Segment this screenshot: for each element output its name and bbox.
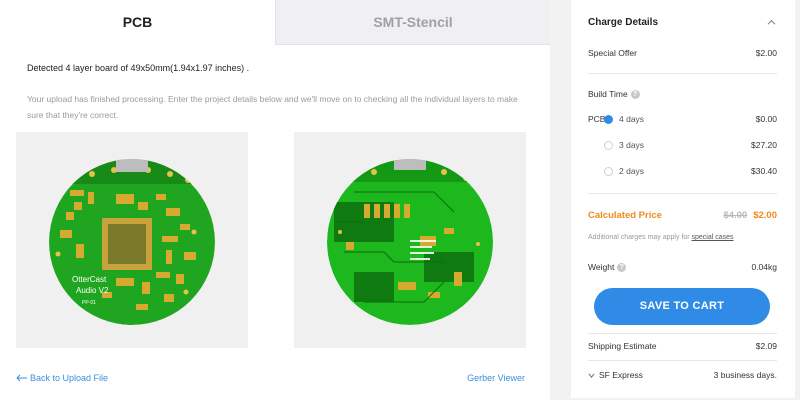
tab-smt-stencil[interactable]: SMT-Stencil	[275, 0, 550, 45]
divider	[588, 333, 777, 334]
radio-selected[interactable]	[604, 115, 613, 125]
gerber-viewer-link[interactable]: Gerber Viewer	[467, 373, 525, 383]
save-to-cart-button[interactable]: SAVE TO CART	[594, 288, 770, 325]
additional-charges-note: Additional charges may apply for special…	[588, 234, 777, 241]
arrow-left-icon	[16, 374, 27, 382]
pcb-bottom-image	[327, 159, 493, 325]
help-icon[interactable]: ?	[617, 263, 627, 273]
new-price: $2.00	[753, 210, 777, 221]
charge-details-title: Charge Details	[588, 17, 659, 28]
carrier-select[interactable]: SF Express 3 business days.	[588, 370, 777, 380]
charge-details-header[interactable]: Charge Details	[588, 17, 777, 28]
special-offer-row: Special Offer $2.00	[588, 48, 777, 58]
shipping-estimate-row: Shipping Estimate $2.09	[588, 341, 777, 351]
additional-charges-text: Additional charges may apply for	[588, 234, 690, 241]
old-price: $4.00	[723, 210, 748, 221]
silkscreen-line-1: OtterCast	[72, 275, 107, 284]
silkscreen-line-2: Audio V2	[76, 286, 109, 295]
main-panel: PCB SMT-Stencil Detected 4 layer board o…	[0, 0, 550, 400]
special-offer-value: $2.00	[755, 48, 777, 58]
pcb-top-preview: OtterCast Audio V2 PP-01	[16, 132, 248, 348]
weight-row: Weight? 0.04kg	[588, 262, 777, 273]
build-option-3-days[interactable]: 3 days $27.20	[604, 140, 777, 151]
divider	[588, 193, 777, 194]
calculated-price-label: Calculated Price	[588, 210, 662, 221]
carrier-name: SF Express	[599, 370, 643, 380]
build-option-4-days[interactable]: 4 days $0.00	[604, 114, 777, 125]
divider	[588, 73, 777, 74]
detected-board-text: Detected 4 layer board of 49x50mm(1.94x1…	[27, 63, 250, 73]
tab-bar: PCB SMT-Stencil	[0, 0, 550, 45]
weight-label: Weight	[588, 262, 615, 272]
special-cases-link[interactable]: special cases	[692, 234, 734, 241]
build-option-label: 3 days	[619, 140, 645, 150]
divider	[588, 360, 777, 361]
calculated-price-values: $4.00 $2.00	[723, 210, 777, 221]
back-to-upload-link[interactable]: Back to Upload File	[16, 373, 108, 383]
build-time-label: Build Time	[588, 89, 628, 99]
charge-details-panel: Charge Details Special Offer $2.00 Build…	[571, 0, 795, 398]
upload-note: Your upload has finished processing. Ent…	[27, 94, 518, 120]
build-time-row: Build Time?	[588, 89, 777, 100]
tab-pcb[interactable]: PCB	[0, 0, 275, 45]
shipping-estimate-label: Shipping Estimate	[588, 341, 657, 351]
calculated-price-row: Calculated Price $4.00 $2.00	[588, 210, 777, 221]
chevron-down-icon	[588, 373, 595, 379]
radio-unselected[interactable]	[604, 141, 613, 151]
build-option-label: 2 days	[619, 166, 645, 176]
carrier-time: 3 business days.	[713, 370, 777, 380]
build-option-label: 4 days	[619, 114, 645, 124]
build-option-price: $0.00	[755, 114, 777, 124]
shipping-estimate-value: $2.09	[755, 341, 777, 351]
weight-value: 0.04kg	[751, 262, 777, 272]
silkscreen-rev: PP-01	[82, 300, 96, 306]
pcb-bottom-preview	[294, 132, 526, 348]
build-option-2-days[interactable]: 2 days $30.40	[604, 166, 777, 177]
help-icon[interactable]: ?	[630, 90, 640, 100]
radio-unselected[interactable]	[604, 167, 613, 177]
build-option-price: $30.40	[751, 166, 777, 176]
pcb-top-image: OtterCast Audio V2 PP-01	[49, 159, 215, 325]
special-offer-label: Special Offer	[588, 48, 637, 58]
chevron-up-icon[interactable]	[767, 18, 776, 27]
build-option-price: $27.20	[751, 140, 777, 150]
back-link-label: Back to Upload File	[30, 373, 109, 383]
